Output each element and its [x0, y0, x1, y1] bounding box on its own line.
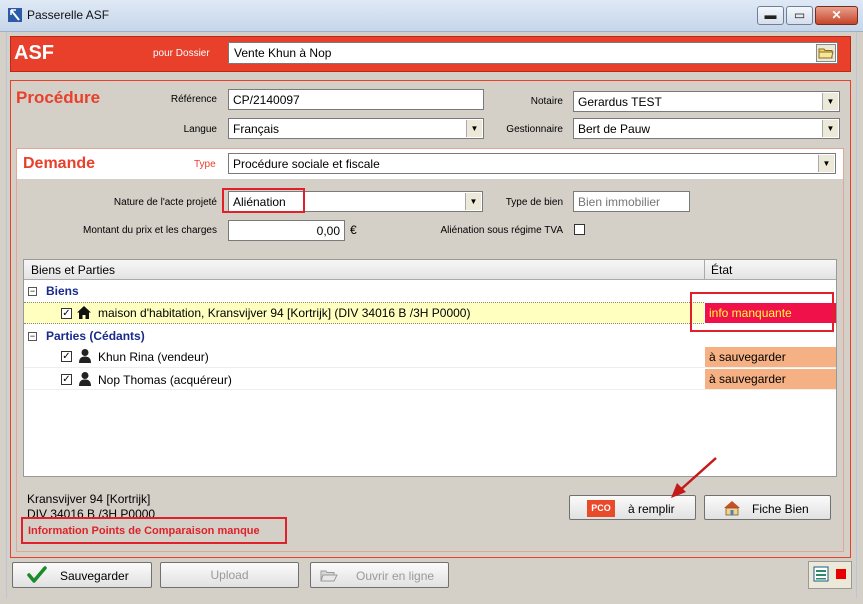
col-separator[interactable]	[704, 260, 705, 280]
notaire-value: Gerardus TEST	[578, 95, 662, 109]
langue-label: Langue	[183, 124, 217, 135]
chevron-down-icon[interactable]: ▼	[822, 93, 838, 110]
status-badge: à sauvegarder	[705, 369, 836, 389]
demande-title: Demande	[23, 155, 96, 172]
group-parties[interactable]: Parties (Cédants)	[46, 329, 145, 343]
remplir-label: à remplir	[628, 502, 675, 516]
langue-select[interactable]: Français ▼	[228, 118, 484, 139]
type-value: Procédure sociale et fiscale	[233, 157, 380, 171]
house-color-icon	[723, 500, 741, 519]
row-checkbox[interactable]: ✓	[61, 374, 72, 385]
type-select[interactable]: Procédure sociale et fiscale ▼	[228, 153, 836, 174]
notaire-label: Notaire	[530, 96, 563, 107]
fiche-bien-label: Fiche Bien	[752, 502, 809, 516]
title-bar[interactable]	[0, 0, 863, 32]
list-icon[interactable]	[813, 566, 829, 585]
type-label: Type	[194, 159, 216, 170]
row-checkbox[interactable]: ✓	[61, 308, 72, 319]
sauvegarder-button[interactable]: Sauvegarder	[12, 562, 152, 588]
procedure-title: Procédure	[16, 88, 101, 107]
partie-row-text: Nop Thomas (acquéreur)	[98, 373, 232, 387]
close-button[interactable]: ✕	[815, 6, 858, 25]
gestionnaire-label: Gestionnaire	[506, 124, 563, 135]
dossier-field[interactable]: Vente Khun à Nop	[228, 42, 838, 64]
window-title: Passerelle ASF	[27, 8, 110, 22]
sauvegarder-label: Sauvegarder	[60, 569, 129, 583]
pco-badge: PCO	[587, 500, 615, 517]
type-bien-input[interactable]	[573, 191, 690, 212]
type-bien-label: Type de bien	[505, 197, 563, 208]
currency-label: €	[350, 223, 357, 237]
tva-checkbox[interactable]	[574, 224, 585, 235]
montant-label: Montant du prix et les charges	[83, 225, 217, 236]
langue-value: Français	[233, 122, 280, 136]
status-badge: à sauvegarder	[705, 347, 836, 367]
house-icon	[76, 305, 92, 323]
warning-text: Information Points de Comparaison manque	[28, 525, 260, 537]
minimize-button[interactable]: ▬	[757, 6, 784, 25]
annotation-arrow	[668, 454, 722, 503]
info-address: Kransvijver 94 [Kortrijk]	[27, 492, 151, 506]
upload-button[interactable]: Upload	[160, 562, 299, 588]
gestionnaire-value: Bert de Pauw	[578, 122, 651, 136]
folder-open-icon	[320, 568, 338, 586]
chevron-down-icon[interactable]: ▼	[822, 120, 838, 137]
montant-input[interactable]: 0,00	[228, 220, 345, 241]
collapse-icon[interactable]: −	[28, 287, 37, 296]
partie-row-text: Khun Rina (vendeur)	[98, 350, 209, 364]
app-label: ASF	[14, 42, 54, 64]
state-highlight	[690, 292, 834, 332]
status-tray	[808, 561, 852, 589]
notaire-select[interactable]: Gerardus TEST ▼	[573, 91, 840, 112]
maximize-button[interactable]: ▭	[786, 6, 813, 25]
pour-dossier-label: pour Dossier	[153, 48, 210, 59]
bien-row-text: maison d'habitation, Kransvijver 94 [Kor…	[98, 306, 471, 320]
ouvrir-label: Ouvrir en ligne	[356, 569, 435, 583]
reference-input[interactable]: CP/2140097	[228, 89, 484, 110]
reference-label: Référence	[170, 94, 217, 105]
ouvrir-en-ligne-button[interactable]: Ouvrir en ligne	[310, 562, 449, 588]
chevron-down-icon[interactable]: ▼	[465, 193, 481, 210]
person-icon	[78, 371, 92, 390]
folder-icon[interactable]	[816, 44, 836, 62]
collapse-icon[interactable]: −	[28, 332, 37, 341]
nature-highlight	[222, 188, 305, 213]
tva-label: Aliénation sous régime TVA	[440, 225, 563, 236]
checkmark-icon	[27, 566, 47, 587]
status-indicator	[836, 569, 846, 579]
app-icon	[8, 8, 22, 22]
group-biens[interactable]: Biens	[46, 284, 79, 298]
row-checkbox[interactable]: ✓	[61, 351, 72, 362]
warning-box: Information Points de Comparaison manque	[21, 517, 287, 544]
fiche-bien-button[interactable]: Fiche Bien	[704, 495, 831, 520]
nature-label: Nature de l'acte projeté	[113, 197, 217, 208]
col-header-etat[interactable]: État	[711, 263, 732, 277]
chevron-down-icon[interactable]: ▼	[818, 155, 834, 172]
person-icon	[78, 348, 92, 367]
gestionnaire-select[interactable]: Bert de Pauw ▼	[573, 118, 840, 139]
col-header-biens[interactable]: Biens et Parties	[31, 263, 115, 277]
